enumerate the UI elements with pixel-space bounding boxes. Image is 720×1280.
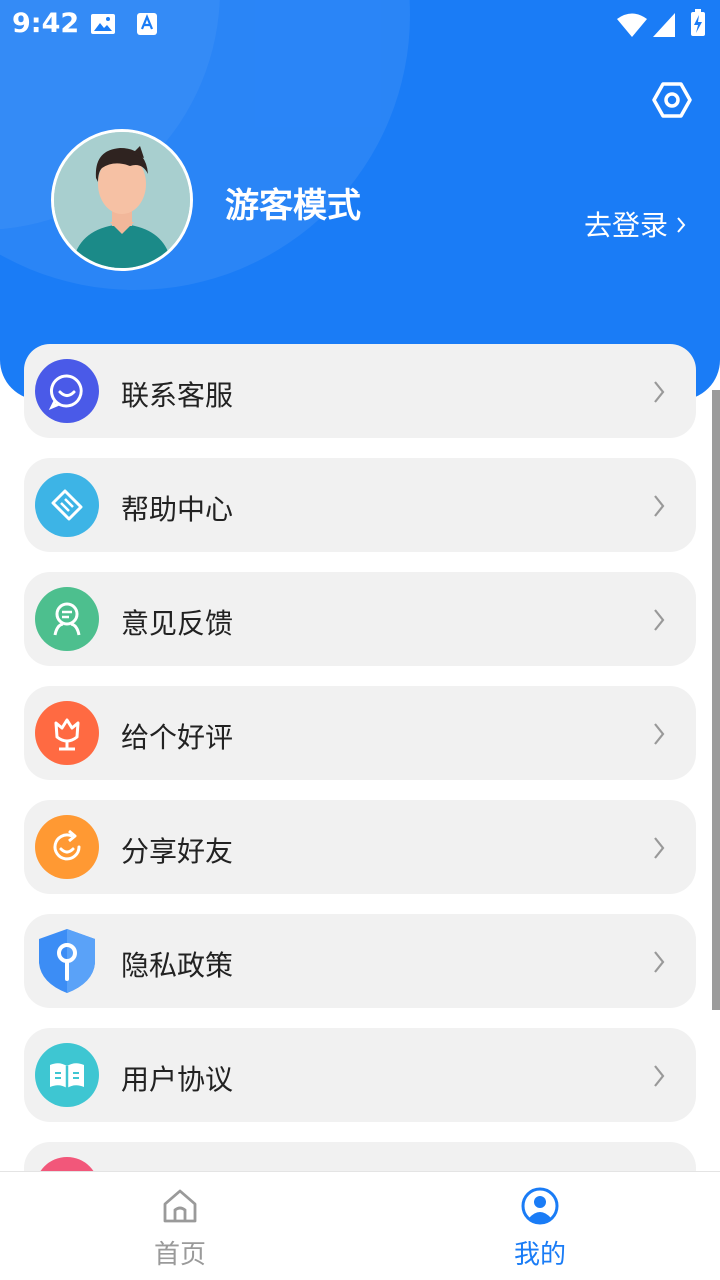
menu-item-label: 给个好评	[121, 721, 234, 754]
menu-item-privacy-policy[interactable]: 隐私政策	[24, 914, 696, 1008]
chevron-right-icon	[652, 836, 666, 864]
chevron-right-icon	[652, 1064, 666, 1092]
home-icon	[160, 1186, 200, 1226]
bottom-tab-bar: 首页 我的	[0, 1171, 720, 1280]
menu-item-user-agreement[interactable]: 用户协议	[24, 1028, 696, 1122]
wifi-icon	[616, 12, 648, 42]
menu-item-label: 用户协议	[121, 1063, 234, 1096]
settings-hexagon-icon	[652, 82, 692, 124]
font-a-icon	[136, 12, 158, 40]
chevron-right-icon	[652, 608, 666, 636]
menu-item-rate-us[interactable]: 给个好评	[24, 686, 696, 780]
status-time: 9:42	[12, 8, 80, 39]
chevron-right-icon	[652, 722, 666, 750]
tab-label: 我的	[513, 1240, 566, 1270]
chevron-right-icon	[652, 950, 666, 978]
scrollbar[interactable]	[712, 390, 720, 1010]
tab-label: 首页	[153, 1240, 206, 1270]
menu-item-help-center[interactable]: 帮助中心	[24, 458, 696, 552]
help-hand-icon	[35, 473, 99, 537]
avatar[interactable]	[51, 129, 193, 271]
settings-button[interactable]	[652, 80, 692, 120]
share-refresh-icon	[35, 815, 99, 879]
tulip-icon	[35, 701, 99, 765]
chevron-right-icon	[676, 208, 686, 241]
signal-icon	[652, 12, 676, 42]
battery-charging-icon	[690, 9, 706, 41]
menu-list: 联系客服 帮助中心 意见反馈 给个好评 分享好友 隐私政策 用户协议	[24, 344, 696, 1256]
menu-item-label: 联系客服	[121, 379, 234, 412]
image-icon	[90, 12, 116, 40]
menu-item-share-friends[interactable]: 分享好友	[24, 800, 696, 894]
login-link[interactable]: 去登录	[584, 204, 686, 244]
menu-item-feedback[interactable]: 意见反馈	[24, 572, 696, 666]
tab-home[interactable]: 首页	[0, 1172, 360, 1280]
menu-item-contact-service[interactable]: 联系客服	[24, 344, 696, 438]
menu-item-label: 分享好友	[121, 835, 234, 868]
book-icon	[35, 1043, 99, 1107]
login-link-label: 去登录	[583, 209, 668, 242]
tab-mine[interactable]: 我的	[360, 1172, 720, 1280]
chevron-right-icon	[652, 494, 666, 522]
shield-key-icon	[35, 929, 99, 993]
chevron-right-icon	[652, 380, 666, 408]
menu-item-label: 意见反馈	[121, 607, 234, 640]
username: 游客模式	[225, 186, 361, 226]
feedback-person-icon	[35, 587, 99, 651]
menu-item-label: 隐私政策	[121, 949, 234, 982]
chat-smile-icon	[35, 359, 99, 423]
status-bar: 9:42	[0, 0, 720, 50]
menu-item-label: 帮助中心	[121, 493, 234, 526]
profile-icon	[520, 1186, 560, 1226]
